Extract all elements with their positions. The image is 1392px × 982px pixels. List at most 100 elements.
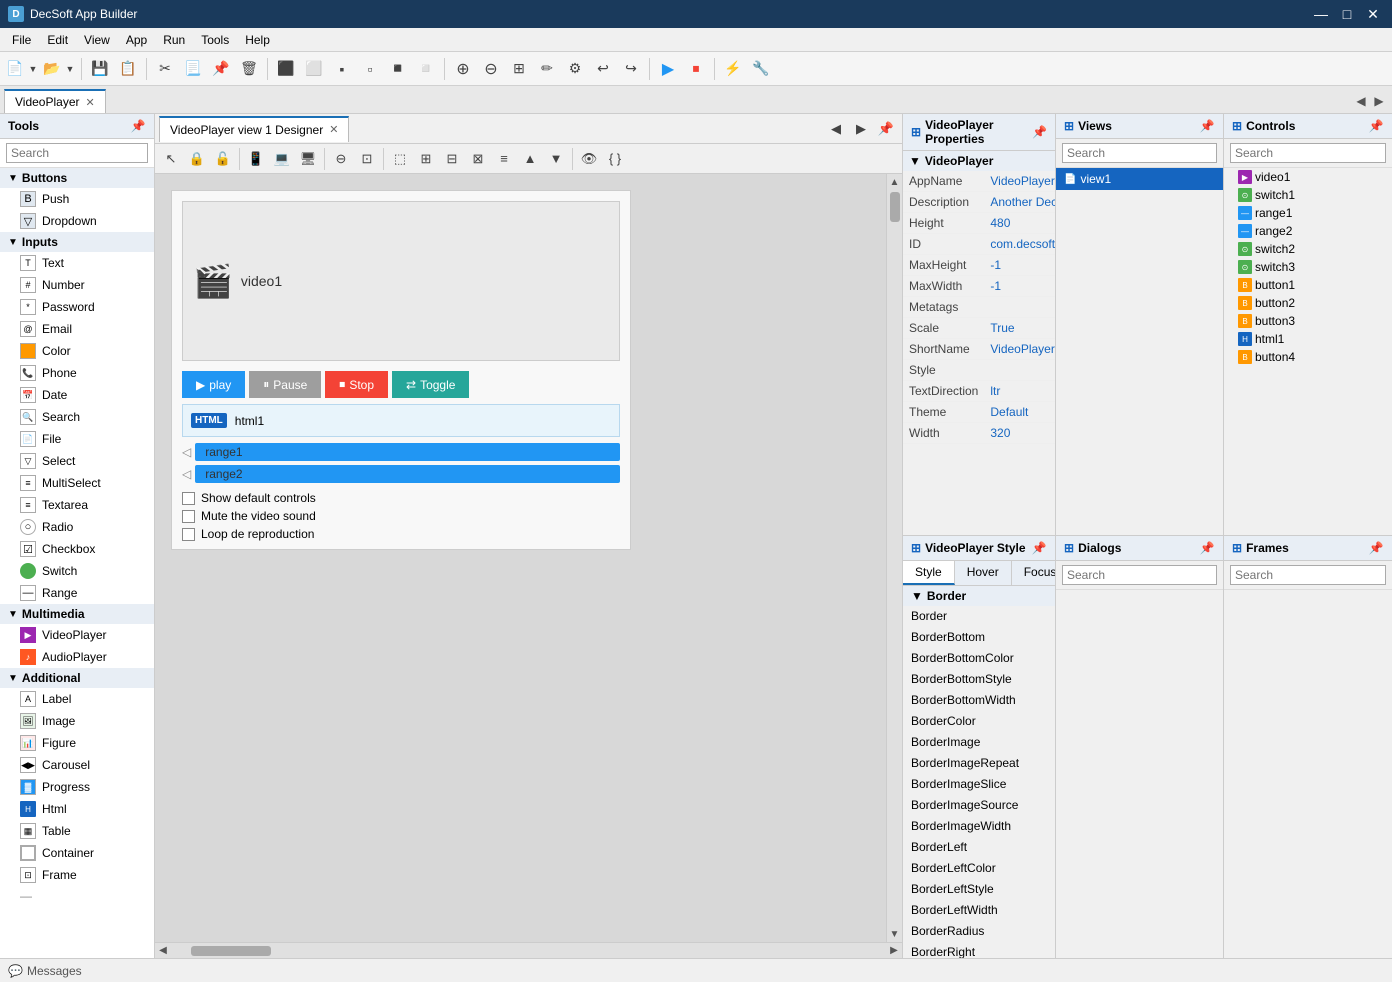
widget-html1[interactable]: HTML html1 bbox=[182, 404, 620, 437]
property-row[interactable]: TextDirectionltr bbox=[903, 381, 1055, 402]
prop-value[interactable]: VideoPlayer bbox=[984, 339, 1055, 360]
prop-value[interactable]: VideoPlayer bbox=[984, 171, 1055, 192]
view-item-view1[interactable]: 📄 view1 bbox=[1056, 168, 1223, 190]
widget-video1[interactable]: 🎬 video1 bbox=[182, 201, 620, 361]
stop-button[interactable]: ⏹ Stop bbox=[325, 371, 388, 398]
save-button[interactable]: 📋 bbox=[115, 56, 141, 82]
prop-value[interactable]: com.decsoft.videoplayer bbox=[984, 234, 1055, 255]
lock-button[interactable]: 🔒 bbox=[185, 147, 209, 171]
cut-button[interactable]: ✂ bbox=[152, 56, 178, 82]
views-pin[interactable]: 📌 bbox=[1199, 118, 1215, 134]
hscroll-thumb[interactable] bbox=[191, 946, 271, 956]
center-v[interactable]: ≡ bbox=[492, 147, 516, 171]
style-property-item[interactable]: BorderImageSource bbox=[903, 795, 1055, 816]
checkbox-3[interactable] bbox=[182, 528, 195, 541]
tool-dropdown[interactable]: ▽ Dropdown bbox=[0, 210, 154, 232]
properties-pin[interactable]: 📌 bbox=[1032, 124, 1047, 140]
view-tablet[interactable]: 💻 bbox=[270, 147, 294, 171]
tool-image[interactable]: 🖼 Image bbox=[0, 710, 154, 732]
run-button[interactable]: ▶ bbox=[655, 56, 681, 82]
canvas-prev[interactable]: ◀ bbox=[824, 117, 848, 141]
dist-h[interactable]: ⊞ bbox=[414, 147, 438, 171]
ctrl-range2[interactable]: — range2 bbox=[1224, 222, 1392, 240]
controls-search-input[interactable] bbox=[1230, 143, 1386, 163]
prop-value[interactable]: Default bbox=[984, 402, 1055, 423]
plugin-button[interactable]: ⚡ bbox=[720, 56, 746, 82]
menu-file[interactable]: File bbox=[4, 28, 39, 51]
tool-progress[interactable]: ▓ Progress bbox=[0, 776, 154, 798]
tool-videoplayer[interactable]: ▶ VideoPlayer bbox=[0, 624, 154, 646]
new-button[interactable]: 📄 bbox=[4, 56, 26, 82]
copy-button[interactable]: 📃 bbox=[180, 56, 206, 82]
tool-checkbox[interactable]: ☑ Checkbox bbox=[0, 538, 154, 560]
widget-range1[interactable]: ◁ range1 bbox=[182, 443, 620, 461]
dist-v[interactable]: ⊟ bbox=[440, 147, 464, 171]
canvas-next[interactable]: ▶ bbox=[849, 117, 873, 141]
property-row[interactable]: DescriptionAnother DecSoft App B bbox=[903, 192, 1055, 213]
ctrl-button4[interactable]: B button4 bbox=[1224, 348, 1392, 366]
property-row[interactable]: Height480 bbox=[903, 213, 1055, 234]
tool-figure[interactable]: 📊 Figure bbox=[0, 732, 154, 754]
style-property-item[interactable]: BorderBottomStyle bbox=[903, 669, 1055, 690]
size-button[interactable]: ⊞ bbox=[506, 56, 532, 82]
hscroll-left[interactable]: ◀ bbox=[155, 943, 171, 959]
save-all-button[interactable]: 💾 bbox=[87, 56, 113, 82]
zoom-in-button[interactable]: ⊕ bbox=[450, 56, 476, 82]
frames-pin[interactable]: 📌 bbox=[1368, 540, 1384, 556]
prop-value[interactable]: 320 bbox=[984, 423, 1055, 444]
ctrl-video1[interactable]: ▶ video1 bbox=[1224, 168, 1392, 186]
tool-label[interactable]: A Label bbox=[0, 688, 154, 710]
play-button[interactable]: ▶ play bbox=[182, 371, 245, 398]
distribute-button[interactable]: ◽ bbox=[413, 56, 439, 82]
code-editor[interactable]: { } bbox=[603, 147, 627, 171]
style-pin[interactable]: 📌 bbox=[1031, 540, 1047, 556]
category-multimedia[interactable]: ▼ Multimedia bbox=[0, 604, 154, 624]
designer-tab-close[interactable]: ✕ bbox=[329, 123, 338, 136]
prop-value[interactable]: Another DecSoft App B bbox=[984, 192, 1055, 213]
tool-select[interactable]: ▽ Select bbox=[0, 450, 154, 472]
tool-push[interactable]: B Push bbox=[0, 188, 154, 210]
category-buttons[interactable]: ▼ Buttons bbox=[0, 168, 154, 188]
category-additional[interactable]: ▼ Additional bbox=[0, 668, 154, 688]
ctrl-switch2[interactable]: ⊙ switch2 bbox=[1224, 240, 1392, 258]
center-h[interactable]: ⊠ bbox=[466, 147, 490, 171]
property-row[interactable]: Width320 bbox=[903, 423, 1055, 444]
tool-phone[interactable]: 📞 Phone bbox=[0, 362, 154, 384]
canvas-pin[interactable]: 📌 bbox=[874, 117, 898, 141]
hscroll-right[interactable]: ▶ bbox=[886, 943, 902, 959]
view-mobile[interactable]: 📱 bbox=[244, 147, 268, 171]
style-property-item[interactable]: BorderRadius bbox=[903, 921, 1055, 942]
ctrl-switch3[interactable]: ⊙ switch3 bbox=[1224, 258, 1392, 276]
tool-email[interactable]: @ Email bbox=[0, 318, 154, 340]
open-button[interactable]: 📂 bbox=[41, 56, 63, 82]
select-tool[interactable]: ↖ bbox=[159, 147, 183, 171]
tool-table[interactable]: ▦ Table bbox=[0, 820, 154, 842]
property-row[interactable]: Metatags bbox=[903, 297, 1055, 318]
controls-pin[interactable]: 📌 bbox=[1368, 118, 1384, 134]
prop-value[interactable]: True bbox=[984, 318, 1055, 339]
zoom-out-button[interactable]: ⊖ bbox=[478, 56, 504, 82]
frames-search-input[interactable] bbox=[1230, 565, 1386, 585]
prop-value[interactable] bbox=[984, 297, 1055, 318]
toggle-button[interactable]: ⇄ Toggle bbox=[392, 371, 469, 398]
style-property-item[interactable]: BorderBottom bbox=[903, 627, 1055, 648]
cordova-button[interactable]: 🔧 bbox=[748, 56, 774, 82]
order-front[interactable]: ▲ bbox=[518, 147, 542, 171]
style-property-item[interactable]: BorderImageWidth bbox=[903, 816, 1055, 837]
maximize-button[interactable]: □ bbox=[1336, 5, 1358, 23]
tool-multiselect[interactable]: ≡ MultiSelect bbox=[0, 472, 154, 494]
checkbox-2[interactable] bbox=[182, 510, 195, 523]
menu-tools[interactable]: Tools bbox=[193, 28, 237, 51]
tab-prev[interactable]: ◀ bbox=[1352, 89, 1370, 113]
tool-search[interactable]: 🔍 Search bbox=[0, 406, 154, 428]
vscroll-up[interactable]: ▲ bbox=[887, 174, 903, 190]
widget-range2[interactable]: ◁ range2 bbox=[182, 465, 620, 483]
style-property-item[interactable]: BorderBottomColor bbox=[903, 648, 1055, 669]
tool-range[interactable]: — Range bbox=[0, 582, 154, 604]
zoom-fit[interactable]: ⊡ bbox=[355, 147, 379, 171]
tool-container[interactable]: Container bbox=[0, 842, 154, 864]
minimize-button[interactable]: — bbox=[1310, 5, 1332, 23]
style-property-item[interactable]: BorderLeft bbox=[903, 837, 1055, 858]
checkbox-item-2[interactable]: Mute the video sound bbox=[182, 509, 620, 523]
menu-edit[interactable]: Edit bbox=[39, 28, 76, 51]
